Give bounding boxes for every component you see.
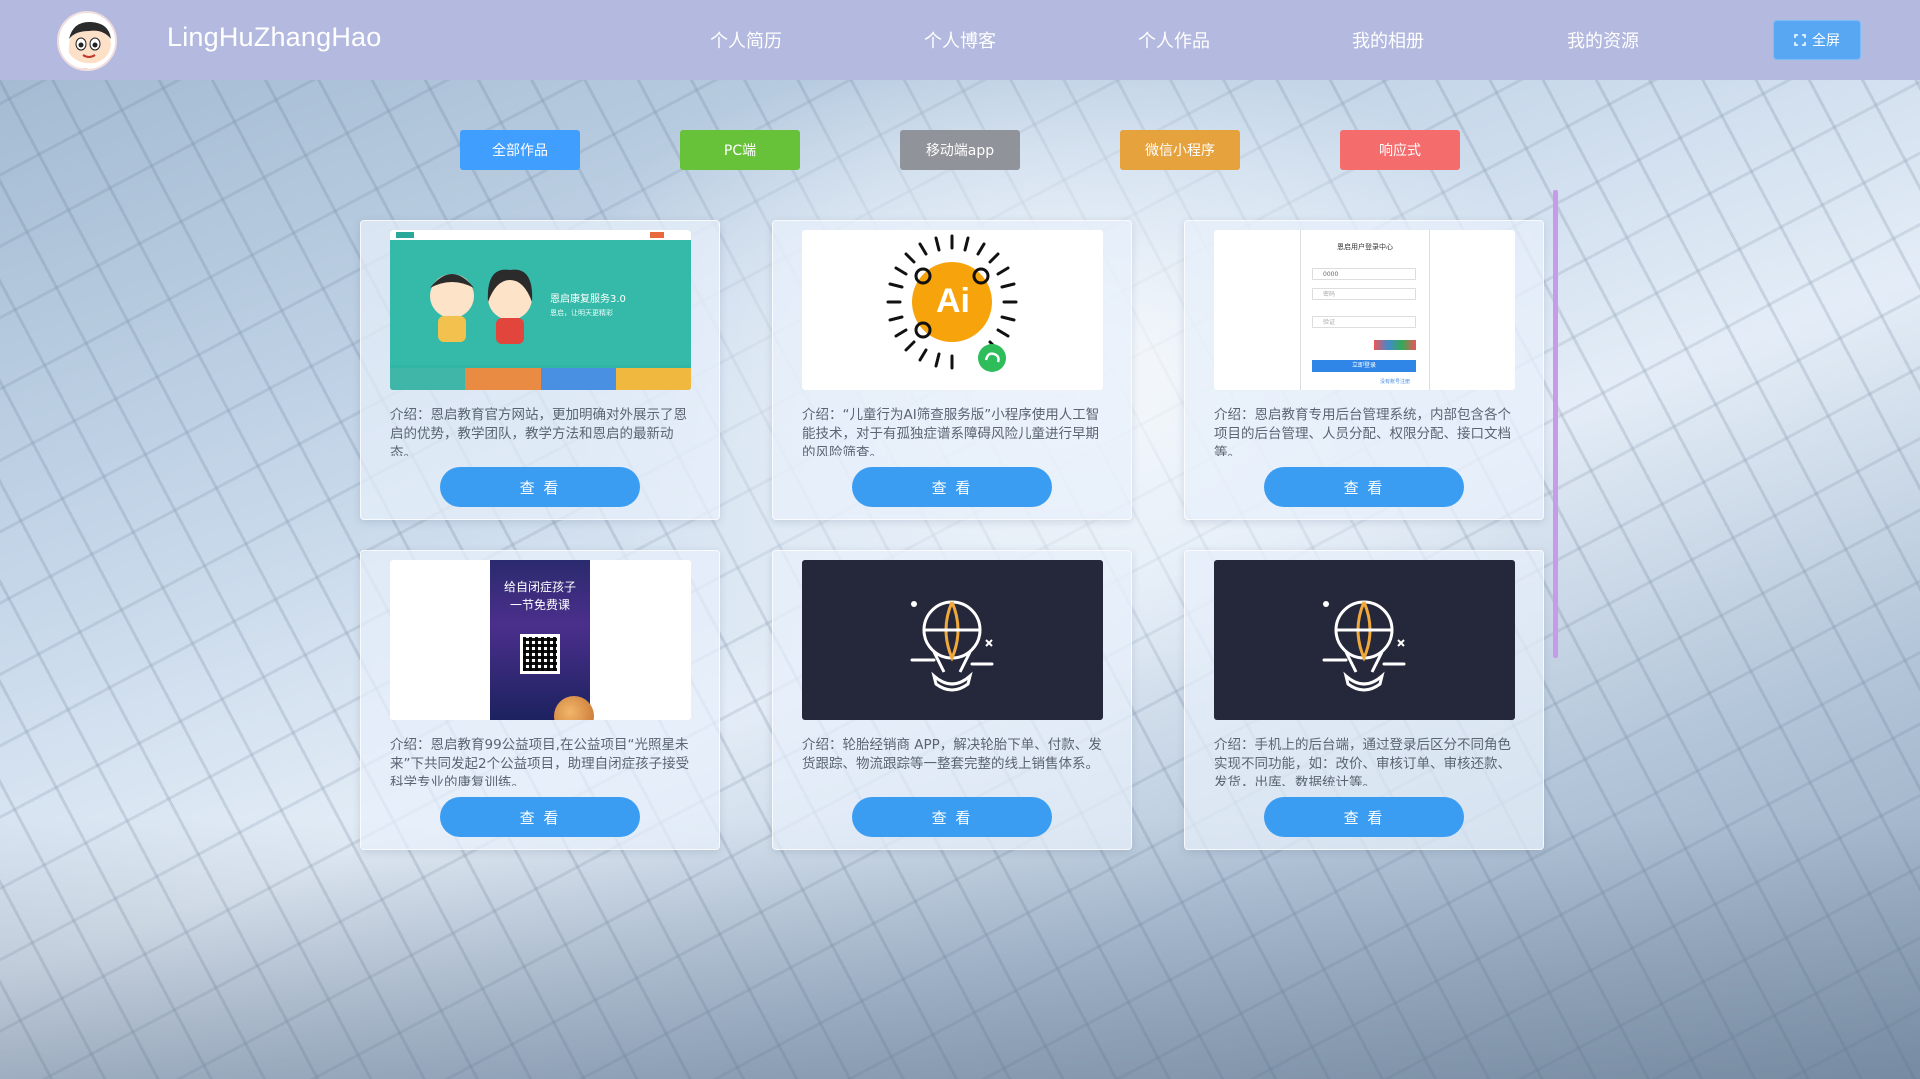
work-card: Ai 介绍：“儿童行为AI筛查服务版”小程序使用人工智能技术，对于有孤独症谱系障… [772,220,1132,520]
site-brand[interactable]: LingHuZhangHao [167,22,381,53]
work-description: 介绍：“儿童行为AI筛查服务版”小程序使用人工智能技术，对于有孤独症谱系障碍风险… [802,407,1100,456]
nav-album[interactable]: 我的相册 [1352,27,1424,53]
view-button[interactable]: 查 看 [1264,797,1464,837]
view-button[interactable]: 查 看 [440,467,640,507]
balloon-icon [1322,600,1406,692]
fullscreen-icon [1794,34,1806,46]
work-thumbnail[interactable]: 恩启用户登录中心 0000 密码 验证 立即登录 没有账号注册 [1214,230,1515,390]
fullscreen-label: 全屏 [1812,33,1840,49]
balloon-icon [910,600,994,692]
work-card: 给自闭症孩子 一节免费课 介绍：恩启教育99公益项目,在公益项目“光照星未来”下… [360,550,720,850]
login-button: 立即登录 [1312,360,1416,372]
filter-all[interactable]: 全部作品 [460,130,580,170]
work-description: 介绍：恩启教育专用后台管理系统，内部包含各个项目的后台管理、人员分配、权限分配、… [1214,407,1511,456]
filter-pc[interactable]: PC端 [680,130,800,170]
fullscreen-button[interactable]: 全屏 [1773,20,1861,60]
work-card: 恩启用户登录中心 0000 密码 验证 立即登录 没有账号注册 介绍：恩启教育专… [1184,220,1544,520]
nav-works[interactable]: 个人作品 [1138,27,1210,53]
nav-blog[interactable]: 个人博客 [924,27,996,53]
filter-mobile-app[interactable]: 移动端app [900,130,1020,170]
work-description: 介绍：轮胎经销商 APP，解决轮胎下单、付款、发货跟踪、物流跟踪等一整套完整的线… [802,737,1102,772]
work-description: 介绍：恩启教育99公益项目,在公益项目“光照星未来”下共同发起2个公益项目，助理… [390,737,690,786]
nav-resume[interactable]: 个人简历 [710,27,782,53]
nav-resources[interactable]: 我的资源 [1567,27,1639,53]
work-description: 介绍：手机上的后台端，通过登录后区分不同角色实现不同功能，如：改价、审核订单、审… [1214,737,1511,786]
work-card: 介绍：轮胎经销商 APP，解决轮胎下单、付款、发货跟踪、物流跟踪等一整套完整的线… [772,550,1132,850]
thumb-title: 恩启康复服务3.0 [550,294,626,305]
top-navbar: LingHuZhangHao 个人简历 个人博客 个人作品 我的相册 我的资源 … [0,0,1920,80]
poster-title: 给自闭症孩子 [503,580,576,594]
filter-responsive[interactable]: 响应式 [1340,130,1460,170]
work-thumbnail[interactable]: 给自闭症孩子 一节免费课 [390,560,691,720]
register-link: 没有账号注册 [1380,379,1411,385]
filter-mini-program[interactable]: 微信小程序 [1120,130,1240,170]
captcha-field: 验证 [1312,316,1416,328]
view-button[interactable]: 查 看 [1264,467,1464,507]
view-button[interactable]: 查 看 [852,797,1052,837]
view-button[interactable]: 查 看 [852,467,1052,507]
poster-subtitle: 一节免费课 [509,598,570,612]
login-heading: 恩启用户登录中心 [1337,243,1393,251]
scrollbar[interactable] [1553,190,1558,658]
work-card: 介绍：手机上的后台端，通过登录后区分不同角色实现不同功能，如：改价、审核订单、审… [1184,550,1544,850]
work-thumbnail[interactable] [1214,560,1515,720]
work-thumbnail[interactable]: 恩启康复服务3.0 恩启，让明天更精彩 [390,230,691,390]
work-card: 恩启康复服务3.0 恩启，让明天更精彩 介绍：恩启教育官方网站，更加明确对外展示… [360,220,720,520]
view-button[interactable]: 查 看 [440,797,640,837]
work-thumbnail[interactable] [802,560,1103,720]
login-field: 0000 [1312,268,1416,280]
work-thumbnail[interactable]: Ai [802,230,1103,390]
ai-logo-text: Ai [936,282,970,320]
password-field: 密码 [1312,288,1416,300]
thumb-subtitle: 恩启，让明天更精彩 [550,309,613,317]
avatar[interactable] [57,11,117,71]
work-description: 介绍：恩启教育官方网站，更加明确对外展示了恩启的优势，教学团队，教学方法和恩启的… [390,407,687,456]
